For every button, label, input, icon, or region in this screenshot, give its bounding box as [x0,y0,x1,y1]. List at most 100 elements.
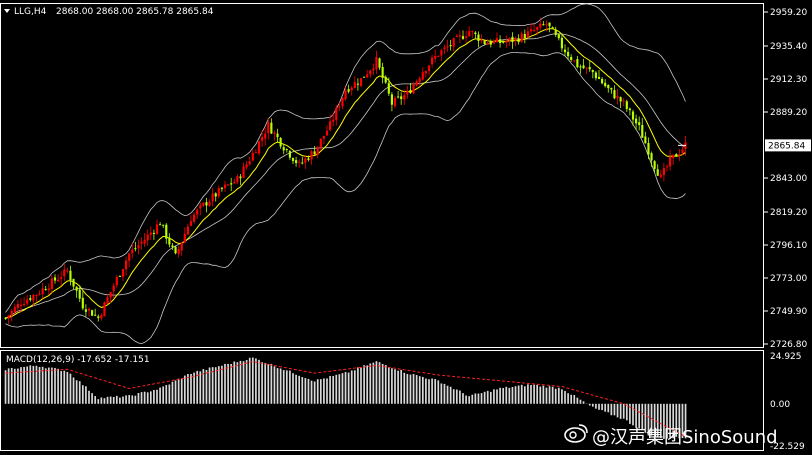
candle-body [319,138,322,148]
candle-body [421,72,424,80]
candle-body [363,76,366,78]
candle-body [248,161,251,165]
candle-body [582,65,585,69]
candle-body [403,95,406,100]
macd-tick-label: 24.925 [770,352,802,362]
candle-body [650,153,653,161]
candle-body [443,47,446,50]
candle-body [557,34,560,39]
candle-body [32,295,35,301]
candle-body [431,57,434,65]
price-tick-label: 2912.30 [770,75,807,85]
candle-body [329,121,332,131]
candle-body [183,233,186,243]
candle-body [335,107,338,120]
candle-body [560,37,563,49]
candle-body [270,122,273,134]
candle-body [78,289,81,299]
candle-body [341,97,344,107]
candle-body [588,66,591,70]
candle-body [202,202,205,206]
candle-body [616,95,619,99]
candle-body [81,297,84,309]
price-tick-label: 2796.10 [770,241,807,251]
candle-body [310,151,313,160]
candle-body [372,68,375,71]
candle-body [622,100,625,102]
macd-tick-label: 0.00 [770,400,790,410]
candle-body [480,39,483,41]
candle-body [313,151,316,155]
candle-body [573,60,576,62]
candle-body [239,176,242,179]
candle-body [458,35,461,37]
candle-body [63,269,66,277]
candle-body [638,122,641,125]
candle-body [325,130,329,136]
candle-body [366,74,369,78]
candle-body [159,224,162,226]
candle-body [597,76,601,80]
candle-body [356,83,359,85]
candle-body [94,314,97,316]
price-tick-label: 2889.20 [770,108,807,118]
candle-body [276,133,279,138]
price-tick-label: 2935.40 [770,42,807,52]
candle-body [301,162,304,164]
candle-body [38,293,41,295]
candle-body [681,149,684,154]
candle-body [149,232,152,235]
candle-body [19,305,23,307]
candle-body [542,24,545,26]
candle-body [162,224,165,226]
candle-body [87,308,91,311]
candle-body [378,58,381,68]
candle-body [579,66,582,68]
candle-body [499,39,502,43]
candle-body [236,176,239,183]
candle-body [109,291,112,298]
candle-body [41,288,44,294]
candle-body [644,136,647,144]
candle-body [211,193,214,202]
candle-body [91,310,94,316]
candle-body [665,166,669,168]
candle-body [672,154,675,158]
candle-body [137,245,140,248]
candle-body [452,38,455,47]
candle-body [536,27,539,30]
candle-body [635,118,638,124]
candle-body [23,303,26,306]
candle-body [619,97,622,102]
candle-body [146,234,149,241]
candle-body [125,260,128,270]
candle-body [10,310,13,316]
candle-body [483,40,486,45]
candle-body [461,36,465,39]
price-tick-label: 2819.20 [770,208,807,218]
candle-body [409,90,412,94]
candle-body [551,27,554,29]
candle-body [230,183,233,185]
candle-body [118,275,121,277]
candle-body [647,142,650,155]
candle-body [165,224,168,239]
candle-body [641,124,644,138]
candle-body [434,56,437,59]
candle-body [69,270,72,281]
candle-body [601,78,604,84]
candle-body [567,52,570,57]
candle-body [424,71,427,74]
candle-body [152,232,155,234]
current-price-label: 2865.84 [768,141,805,151]
candle-body [134,248,137,250]
candle-body [548,22,551,27]
candle-body [100,315,103,319]
candle-body [193,214,196,222]
candle-body [254,152,257,154]
candle-body [613,90,616,99]
candle-body [465,36,468,38]
candle-body [489,41,492,45]
macd-label: MACD(12,26,9) -17.652 -17.151 [6,355,150,365]
candle-body [273,132,276,134]
